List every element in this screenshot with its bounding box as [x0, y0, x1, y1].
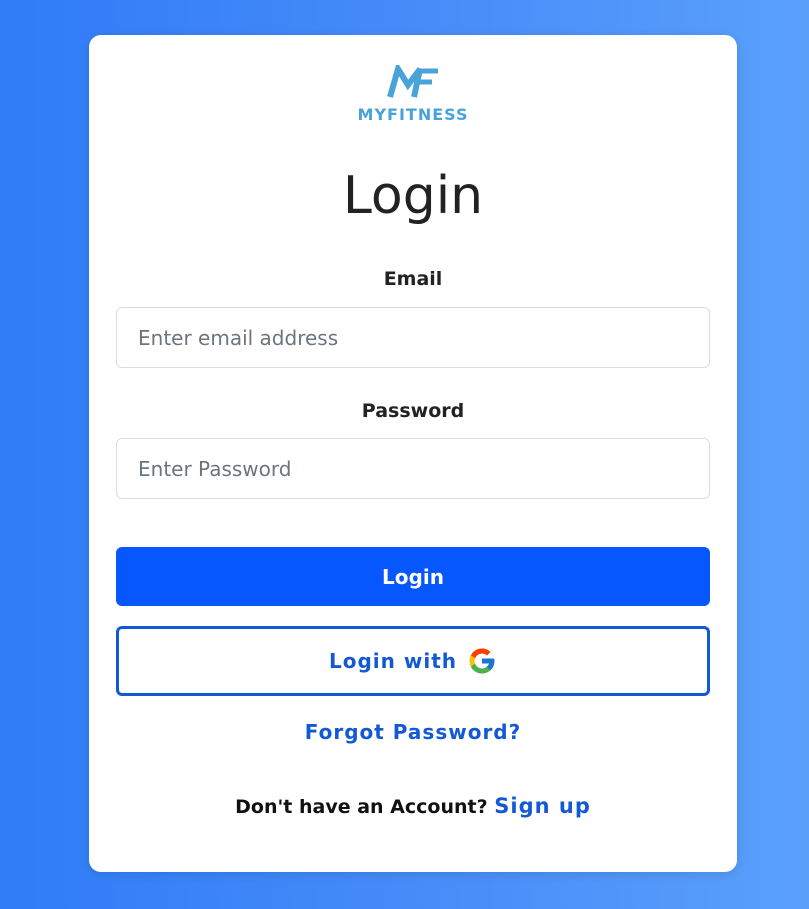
email-field[interactable] — [116, 307, 710, 368]
password-field[interactable] — [116, 438, 710, 499]
signup-link[interactable]: Sign up — [494, 794, 591, 818]
google-login-label: Login with — [329, 649, 457, 673]
signup-row: Don't have an Account? Sign up — [89, 794, 737, 818]
login-button[interactable]: Login — [116, 547, 710, 606]
email-label: Email — [383, 268, 443, 290]
brand-logo: MYFITNESS — [89, 65, 737, 124]
password-label: Password — [361, 400, 465, 422]
brand-name: MYFITNESS — [357, 105, 469, 124]
myfitness-logo-icon — [387, 65, 438, 98]
forgot-password-row: Forgot Password? — [89, 720, 737, 744]
google-g-icon — [467, 646, 497, 676]
page-title: Login — [342, 166, 484, 226]
signup-prompt: Don't have an Account? — [235, 796, 488, 818]
forgot-password-link[interactable]: Forgot Password? — [305, 720, 521, 744]
login-card: MYFITNESS Login Email Password Login Log… — [89, 35, 737, 872]
google-login-button[interactable]: Login with — [116, 626, 710, 696]
